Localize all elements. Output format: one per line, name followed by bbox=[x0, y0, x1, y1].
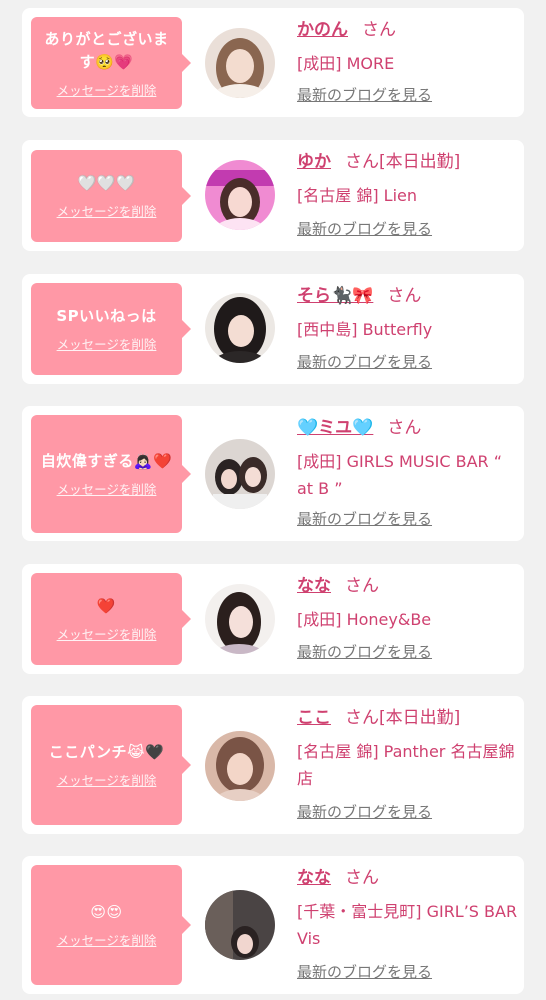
message-card: 自炊偉すぎる🙇🏻‍♀️❤️ メッセージを削除 🩵ミユ🩵 さん [成田] GIRLS… bbox=[22, 406, 524, 541]
work-status: [本日出勤] bbox=[379, 708, 461, 728]
message-bubble: ここパンチ😹🖤 メッセージを削除 bbox=[31, 705, 191, 825]
name-row: なな さん bbox=[297, 574, 518, 598]
message-bubble: ❤️ メッセージを削除 bbox=[31, 573, 191, 665]
cast-info: かのん さん [成田] MORE 最新のブログを見る bbox=[297, 18, 518, 117]
shop-name: [名古屋 錦] Lien bbox=[297, 186, 418, 205]
cast-info: なな さん [成田] Honey&Be 最新のブログを見る bbox=[297, 574, 518, 674]
delete-message-link[interactable]: メッセージを削除 bbox=[57, 80, 157, 99]
message-bubble: 自炊偉すぎる🙇🏻‍♀️❤️ メッセージを削除 bbox=[31, 415, 191, 533]
avatar-photo bbox=[205, 293, 275, 363]
message-bubble: SPいいねっは メッセージを削除 bbox=[31, 283, 191, 375]
avatar-photo bbox=[205, 731, 275, 801]
message-bubble: ありがとございます🥺💗 メッセージを削除 bbox=[31, 17, 191, 109]
message-text: ここパンチ😹🖤 bbox=[48, 743, 165, 761]
cast-info: なな さん [千葉・富士見町] GIRL’S BAR Vis 最新のブログを見る bbox=[297, 866, 518, 994]
message-text: ありがとございます🥺💗 bbox=[44, 29, 169, 71]
delete-message-link[interactable]: メッセージを削除 bbox=[57, 930, 157, 949]
shop-name: [成田] Honey&Be bbox=[297, 610, 432, 629]
cast-name-link[interactable]: なな bbox=[297, 576, 331, 596]
honorific: さん bbox=[387, 286, 422, 306]
delete-message-link[interactable]: メッセージを削除 bbox=[57, 770, 157, 789]
honorific: さん bbox=[345, 868, 379, 888]
honorific: さん bbox=[362, 20, 396, 40]
delete-message-link[interactable]: メッセージを削除 bbox=[57, 334, 157, 353]
message-card: 😍😍 メッセージを削除 なな さん [千葉・富士見町] GIRL’S BAR Vi… bbox=[22, 856, 524, 994]
cast-name-link[interactable]: なな bbox=[297, 868, 331, 888]
latest-blog-link[interactable]: 最新のブログを見る bbox=[297, 801, 432, 822]
message-text: ❤️ bbox=[96, 597, 117, 615]
honorific: さん bbox=[387, 418, 422, 438]
name-row: ここ さん[本日出勤] bbox=[297, 706, 518, 730]
honorific: さん bbox=[345, 576, 379, 596]
avatar[interactable] bbox=[205, 584, 275, 654]
delete-message-link[interactable]: メッセージを削除 bbox=[57, 201, 157, 220]
avatar[interactable] bbox=[205, 439, 275, 509]
cast-info: そら🐈‍⬛🎀 さん [西中島] Butterfly 最新のブログを見る bbox=[297, 284, 518, 384]
cast-name-link[interactable]: 🩵ミユ🩵 bbox=[297, 418, 373, 438]
latest-blog-link[interactable]: 最新のブログを見る bbox=[297, 218, 432, 239]
avatar-photo bbox=[205, 439, 275, 509]
delete-message-link[interactable]: メッセージを削除 bbox=[57, 479, 157, 498]
cast-info: ゆか さん[本日出勤] [名古屋 錦] Lien 最新のブログを見る bbox=[297, 150, 518, 251]
cast-info: ここ さん[本日出勤] [名古屋 錦] Panther 名古屋錦店 最新のブログを… bbox=[297, 706, 518, 834]
avatar-photo bbox=[205, 160, 275, 230]
name-row: そら🐈‍⬛🎀 さん bbox=[297, 284, 518, 308]
avatar-photo bbox=[205, 890, 275, 960]
message-card: ❤️ メッセージを削除 なな さん [成田] Honey&Be 最新のブログを見る bbox=[22, 564, 524, 674]
message-card: ありがとございます🥺💗 メッセージを削除 かのん さん [成田] MORE 最新の… bbox=[22, 8, 524, 117]
avatar-photo bbox=[205, 28, 275, 98]
latest-blog-link[interactable]: 最新のブログを見る bbox=[297, 351, 432, 372]
message-card: 🤍🤍🤍 メッセージを削除 ゆか さん[本日出勤] [名古屋 錦] Lien 最新の… bbox=[22, 140, 524, 251]
name-row: なな さん bbox=[297, 866, 518, 890]
shop-name: [成田] GIRLS MUSIC BAR “ at B ” bbox=[297, 452, 503, 498]
shop-name: [名古屋 錦] Panther 名古屋錦店 bbox=[297, 742, 515, 788]
cast-name-link[interactable]: ここ bbox=[297, 708, 331, 728]
shop-name: [西中島] Butterfly bbox=[297, 320, 433, 339]
latest-blog-link[interactable]: 最新のブログを見る bbox=[297, 641, 432, 662]
avatar[interactable] bbox=[205, 293, 275, 363]
work-status: [本日出勤] bbox=[379, 152, 461, 172]
avatar[interactable] bbox=[205, 890, 275, 960]
honorific: さん bbox=[345, 152, 379, 172]
cast-name-link[interactable]: そら🐈‍⬛🎀 bbox=[297, 286, 373, 306]
message-card: ここパンチ😹🖤 メッセージを削除 ここ さん[本日出勤] [名古屋 錦] Pant… bbox=[22, 696, 524, 834]
honorific: さん bbox=[345, 708, 379, 728]
message-text: 🤍🤍🤍 bbox=[77, 174, 136, 192]
message-bubble: 😍😍 メッセージを削除 bbox=[31, 865, 191, 985]
shop-name: [千葉・富士見町] GIRL’S BAR Vis bbox=[297, 902, 518, 948]
message-text: SPいいねっは bbox=[56, 307, 157, 325]
message-text: 😍😍 bbox=[90, 903, 123, 921]
avatar-photo bbox=[205, 584, 275, 654]
latest-blog-link[interactable]: 最新のブログを見る bbox=[297, 961, 432, 982]
avatar[interactable] bbox=[205, 28, 275, 98]
message-card: SPいいねっは メッセージを削除 そら🐈‍⬛🎀 さん [西中島] Butterfl… bbox=[22, 274, 524, 384]
name-row: 🩵ミユ🩵 さん bbox=[297, 416, 518, 440]
message-bubble: 🤍🤍🤍 メッセージを削除 bbox=[31, 150, 191, 242]
message-text: 自炊偉すぎる🙇🏻‍♀️❤️ bbox=[40, 452, 173, 470]
cast-name-link[interactable]: ゆか bbox=[297, 152, 331, 172]
name-row: かのん さん bbox=[297, 18, 518, 42]
latest-blog-link[interactable]: 最新のブログを見る bbox=[297, 508, 432, 529]
delete-message-link[interactable]: メッセージを削除 bbox=[57, 624, 157, 643]
avatar[interactable] bbox=[205, 160, 275, 230]
cast-name-link[interactable]: かのん bbox=[297, 20, 348, 40]
shop-name: [成田] MORE bbox=[297, 54, 395, 73]
message-list: ありがとございます🥺💗 メッセージを削除 かのん さん [成田] MORE 最新の… bbox=[0, 0, 546, 1000]
latest-blog-link[interactable]: 最新のブログを見る bbox=[297, 84, 432, 105]
avatar[interactable] bbox=[205, 731, 275, 801]
cast-info: 🩵ミユ🩵 さん [成田] GIRLS MUSIC BAR “ at B ” 最新の… bbox=[297, 416, 518, 541]
name-row: ゆか さん[本日出勤] bbox=[297, 150, 518, 174]
